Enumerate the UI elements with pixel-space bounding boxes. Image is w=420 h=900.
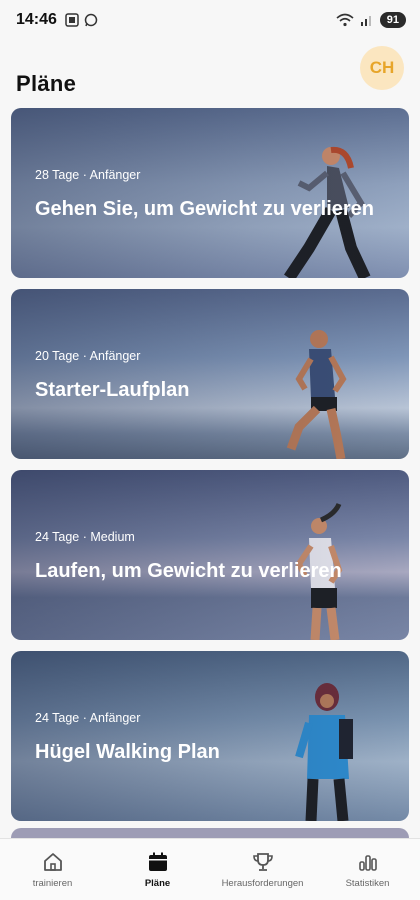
status-time: 14:46 [16,11,57,28]
bar-chart-icon [358,854,377,871]
plan-title: Laufen, um Gewicht zu verlieren [35,560,342,582]
signal-icon [360,16,371,26]
avatar[interactable]: CH [360,46,404,90]
nav-item-trainieren[interactable]: trainieren [3,851,103,889]
plan-title: Starter-Laufplan [35,379,190,401]
plan-card[interactable]: 24 Tage · Medium Laufen, um Gewicht zu v… [11,470,409,640]
nav-item-herausforderungen[interactable]: Herausforderungen [213,851,313,889]
plan-card[interactable]: 20 Tage · Anfänger Starter-Laufplan [11,289,409,459]
nav-label: Herausforderungen [221,877,304,889]
bottom-nav: trainieren Pläne Herausforderungen Stati… [0,838,420,900]
battery-badge: 91 [379,12,406,28]
nav-label: Pläne [144,877,171,889]
plan-meta: 24 Tage · Medium [35,530,135,544]
plan-list: 28 Tage · Anfänger Gehen Sie, um Gewicht… [11,108,409,832]
page-title: Pläne [16,71,77,96]
nav-item-statistiken[interactable]: Statistiken [318,851,418,889]
nav-label: trainieren [32,877,73,889]
status-left: 14:46 [16,11,98,29]
screenshot-icon [65,13,79,27]
plan-meta: 24 Tage · Anfänger [35,711,141,725]
plan-meta: 28 Tage · Anfänger [35,168,141,182]
plan-title: Hügel Walking Plan [35,741,220,763]
plan-card[interactable]: 24 Tage · Anfänger Hügel Walking Plan [11,651,409,821]
plan-meta: 20 Tage · Anfänger [35,349,141,363]
whatsapp-icon [84,13,98,27]
home-icon [43,852,62,871]
calendar-icon [148,852,167,871]
status-right: 91 [336,12,406,28]
nav-label: Statistiken [345,877,390,889]
nav-item-plaene[interactable]: Pläne [108,851,208,889]
plan-title: Gehen Sie, um Gewicht zu verlieren [35,198,374,220]
wifi-icon [336,13,354,27]
trophy-icon [252,852,273,871]
notification-icons [65,13,98,27]
status-bar: 14:46 91 [0,0,420,40]
header: Pläne CH [0,44,420,104]
plan-card[interactable]: 28 Tage · Anfänger Gehen Sie, um Gewicht… [11,108,409,278]
